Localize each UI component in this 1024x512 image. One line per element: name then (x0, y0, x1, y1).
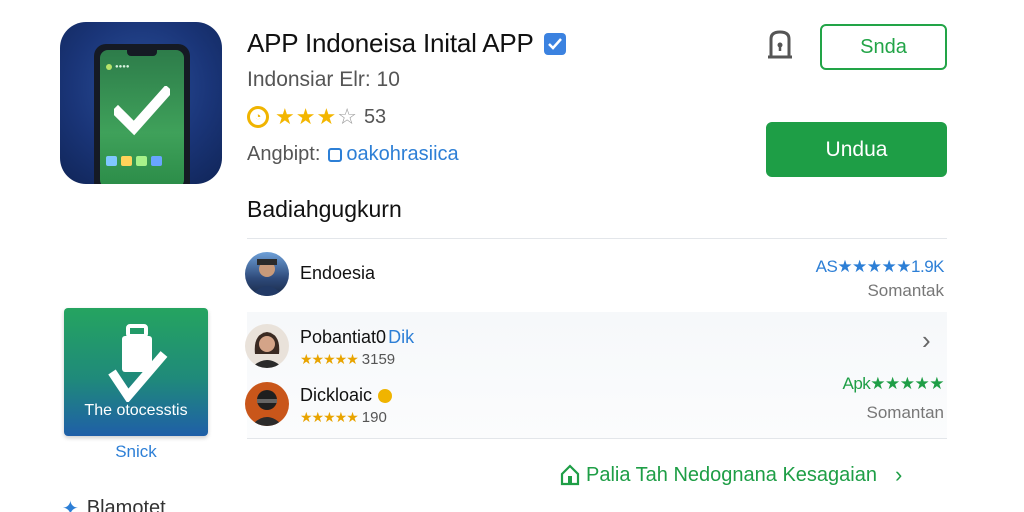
promo-card[interactable]: The otocesstis (64, 308, 208, 436)
mini-stars: ★★★★★ (300, 351, 359, 367)
chevron-right-icon[interactable]: › (922, 325, 931, 356)
bottom-row[interactable]: ✦ Blamotet (62, 496, 166, 512)
coin-icon: ◔ (247, 106, 269, 128)
rating-count: 53 (363, 105, 387, 128)
review-count: 190 (361, 409, 387, 426)
review-sub: Somantan (866, 403, 945, 422)
reviewer-name-text: Pobantiat0 (300, 327, 387, 347)
sparkle-icon: ✦ (62, 498, 79, 512)
star-icon: ★ (316, 104, 338, 129)
install-button[interactable]: Undua (766, 122, 947, 177)
developer-label: Angbipt: (247, 143, 321, 165)
promo-text: The otocesstis (84, 402, 188, 419)
star-rating: ★★★☆ (275, 104, 358, 130)
review-stat-text: Apk★★★★★ (842, 374, 945, 393)
chevron-right-icon: › (894, 462, 903, 487)
rating-row: ◔ ★★★☆ 53 (247, 104, 386, 130)
verified-check-icon (543, 32, 566, 55)
developer-link-text: oakohrasiica (346, 143, 459, 165)
avatar[interactable] (245, 324, 289, 368)
reviewer-name[interactable]: Dickloaic (300, 385, 393, 406)
verified-coin-icon (378, 388, 393, 403)
star-icon: ★ (275, 104, 296, 129)
promo-caption[interactable]: Snick (64, 442, 208, 462)
luggage-check-icon (108, 324, 168, 402)
lock-icon[interactable] (765, 29, 795, 61)
checkmark-icon (114, 86, 170, 136)
review-stat: AS★★★★★1.9K (815, 257, 945, 277)
review-stat: Apk★★★★★ (843, 374, 945, 394)
see-more-link[interactable]: Palia Tah Nedognana Kesagaian › (560, 462, 902, 488)
phone-illustration: ●●●● (94, 44, 190, 184)
star-icon: ★ (295, 104, 317, 129)
reviewer-rating: ★★★★★ 3159 (300, 351, 395, 368)
reviewer-name-suffix: Dik (388, 327, 415, 347)
reviewer-name[interactable]: Endoesia (300, 263, 375, 284)
mini-stars: ★★★★★ (300, 409, 359, 425)
developer-link[interactable]: oakohrasiica (328, 143, 459, 166)
app-title: APP Indoneisa Inital APP (247, 28, 534, 58)
section-title: Badiahgugkurn (247, 196, 402, 222)
see-more-text: Palia Tah Nedognana Kesagaian (586, 463, 877, 486)
avatar[interactable] (245, 382, 289, 426)
review-count: 3159 (361, 351, 396, 368)
bottom-label: Blamotet (86, 497, 166, 512)
avatar[interactable] (245, 252, 289, 296)
divider (247, 438, 947, 439)
secondary-button[interactable]: Snda (820, 24, 947, 70)
reviewer-name-text: Dickloaic (300, 385, 373, 405)
reviewer-name[interactable]: Pobantiat0 Dik (300, 327, 414, 348)
home-icon (560, 464, 580, 486)
link-icon (328, 147, 343, 162)
reviewer-rating: ★★★★★ 190 (300, 409, 387, 426)
app-icon: ●●●● (60, 22, 222, 184)
review-sub: Somantak (867, 281, 944, 300)
review-stat-text: AS★★★★★1.9K (815, 257, 945, 276)
star-outline-icon: ☆ (337, 104, 358, 129)
divider (247, 238, 947, 239)
app-subtitle: Indonsiar Elr: 10 (247, 68, 400, 91)
